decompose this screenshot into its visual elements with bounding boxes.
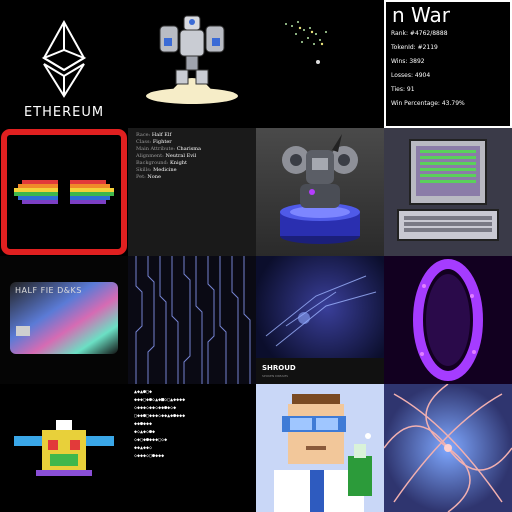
shroud-subtitle: SPOKEN DREAMS — [262, 374, 288, 378]
card-label: HALF FIE D&KS — [15, 286, 82, 295]
shroud-album-tile[interactable]: SHROUD SPOKEN DREAMS — [256, 256, 384, 384]
pixel-creature-illustration — [14, 420, 114, 476]
glyph-row: ◆◇▲◆◇●◆ — [134, 429, 156, 435]
war-tokenid: TokenId: #2119 — [391, 44, 438, 51]
ethereum-tile[interactable]: ETHEREUM — [0, 0, 128, 128]
war-stats-tile[interactable]: n War Rank: #4762/8888 TokenId: #2119 Wi… — [384, 0, 512, 128]
retro-computer-tile[interactable] — [384, 128, 512, 256]
generative-lines-illustration — [135, 256, 251, 384]
rainbow-mustache-tile[interactable] — [0, 128, 128, 256]
fractal-tile[interactable] — [384, 384, 512, 512]
elf-character-tile[interactable]: Race: Half Elf Class: Fighter Main Attri… — [128, 128, 256, 256]
glyph-text-tile[interactable]: ▲◆▲●▢◆ ◆◆◆▢◆●◇▲◆■◇▢▲◆◆◆◆ ◇◆◆◆◇◆◆◇◆◆●◆◇◆ … — [128, 384, 256, 512]
elf-main-attribute: Main Attribute: Charisma — [136, 146, 202, 152]
ethereum-label: ETHEREUM — [23, 105, 105, 120]
generative-lines-tile[interactable] — [128, 256, 256, 384]
pixel-scientist-illustration — [274, 394, 372, 512]
war-losses: Losses: 4904 — [391, 72, 431, 79]
elf-skills: Skills: Medicine — [136, 167, 177, 173]
pixel-scientist-tile[interactable] — [256, 384, 384, 512]
fractal-illustration — [384, 384, 512, 512]
robot-illustration — [146, 15, 238, 104]
elf-background: Background: Knight — [136, 160, 188, 166]
glyph-row: ◆◆◆▢◆●◇▲◆■◇▢▲◆◆◆◆ — [134, 397, 186, 403]
glyph-row: ▢◆◆●▢◆◆◆◇◆◆▲◆●◆◆◆ — [134, 413, 186, 419]
shroud-title: SHROUD — [262, 364, 296, 372]
elf-alignment: Alignment: Neutral Evil — [136, 153, 197, 159]
glyph-row: ◇◆▢◆●◆◆◆▢◇◆ — [134, 437, 168, 443]
stars-tile[interactable] — [256, 0, 384, 128]
glyph-row: ◆◆●◆◆◆ — [134, 421, 153, 427]
shroud-artwork-illustration — [265, 275, 377, 347]
rainbow-mustache-illustration — [1, 129, 127, 255]
nft-gallery-grid: ETHEREUM n War Rank: #4762/8888 TokenId:… — [0, 0, 512, 512]
holo-card-tile[interactable]: HALF FIE D&KS — [0, 256, 128, 384]
holo-card-illustration — [10, 282, 118, 354]
purple-portal-illustration — [413, 259, 483, 381]
war-title: n War — [392, 3, 451, 27]
mech-robot-tile[interactable] — [256, 128, 384, 256]
war-win-percentage: Win Percentage: 43.79% — [391, 100, 465, 107]
glyph-row: ▲◆▲●▢◆ — [134, 389, 153, 395]
glyph-row: ◆◆▲◆◆◇ — [134, 445, 153, 451]
pixel-creature-tile[interactable] — [0, 384, 128, 512]
war-ties: Ties: 91 — [391, 86, 415, 93]
glyph-row: ◇◆◆◆◇▢●◆◆◆ — [134, 453, 165, 459]
elf-pet: Pet: None — [136, 174, 161, 180]
glyph-row: ◇◆◆◆◇◆◆◇◆◆●◆◇◆ — [134, 405, 177, 411]
star-cluster-illustration — [285, 21, 327, 64]
elf-race: Race: Half Elf — [136, 132, 172, 138]
mech-robot-illustration — [280, 134, 360, 244]
war-rank: Rank: #4762/8888 — [391, 30, 448, 37]
war-wins: Wins: 3892 — [391, 58, 425, 65]
robot-tile[interactable] — [128, 0, 256, 128]
elf-class: Class: Fighter — [136, 139, 172, 145]
retro-computer-illustration — [397, 139, 499, 241]
purple-portal-tile[interactable] — [384, 256, 512, 384]
